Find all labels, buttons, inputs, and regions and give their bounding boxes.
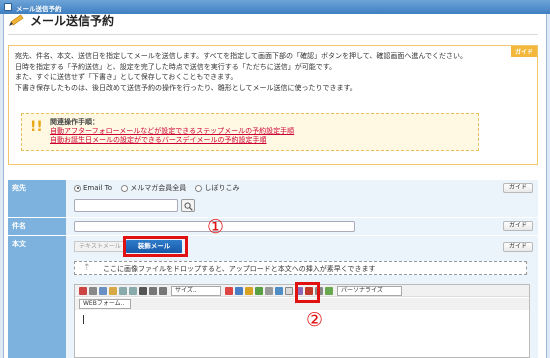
recipient-options: Email To メルマガ会員全員 しぼりこみ (74, 183, 246, 193)
font-size-select[interactable]: サイズ.. (171, 286, 221, 296)
bold-icon[interactable] (139, 287, 147, 295)
table-icon[interactable] (275, 287, 283, 295)
italic-icon[interactable] (149, 287, 157, 295)
image-drop-zone[interactable]: ⇡ ここに画像ファイルをドロップすると、アップロードと本文への挿入が素早くできま… (74, 261, 527, 275)
image-insert-icon[interactable] (285, 287, 293, 295)
info-line: 日時を指定する「予約送信」と、設定を完了した時点で送信を実行する「ただちに送信」… (15, 62, 337, 71)
radio-filter[interactable]: しぼりこみ (195, 184, 239, 192)
procedure-link-birthday-mail[interactable]: 自動お誕生日メールの設定ができるバースデイメールの予約設定手順 (50, 136, 478, 145)
body-label: 本文 (8, 236, 66, 358)
search-icon (184, 202, 193, 211)
procedure-title: 関連操作手順： (50, 118, 99, 126)
radio-all-members[interactable]: メルマガ会員全員 (121, 184, 186, 192)
guide-tag[interactable]: ガイド (510, 46, 537, 57)
recipient-label: 宛先 (8, 180, 66, 217)
info-box: ガイド 宛先、件名、本文、送信日を指定してメールを送信します。すべてを指定して画… (8, 45, 538, 165)
annotation-marker-1: ① (207, 216, 225, 238)
recipient-guide-button[interactable]: ガイド (503, 183, 533, 193)
search-button[interactable] (181, 199, 195, 212)
underline-icon[interactable] (159, 287, 167, 295)
body-guide-button[interactable]: ガイド (503, 242, 533, 252)
redo-icon[interactable] (129, 287, 137, 295)
radio-email-to[interactable]: Email To (74, 184, 112, 192)
undo-icon[interactable] (119, 287, 127, 295)
editor-caret (83, 315, 84, 324)
subject-guide-button[interactable]: ガイド (503, 221, 533, 231)
subject-label: 件名 (8, 218, 66, 235)
bg-color-icon[interactable] (235, 287, 243, 295)
title-divider (8, 34, 538, 35)
app-icon (4, 3, 12, 11)
exclamation-icon: !! (30, 119, 43, 135)
list-icon[interactable] (265, 287, 273, 295)
cut-icon[interactable] (89, 287, 97, 295)
highlight-box-1 (123, 236, 188, 257)
tab-text-mail[interactable]: テキストメール (74, 241, 126, 252)
procedure-link-step-mail[interactable]: 自動アフターフォローメールなどが設定できるステップメールの予約設定手順 (50, 127, 478, 136)
pencil-icon (9, 14, 24, 26)
highlight-box-2 (295, 282, 320, 303)
link-icon[interactable] (245, 287, 253, 295)
recipient-input[interactable] (74, 199, 178, 212)
align-icon[interactable] (255, 287, 263, 295)
copy-icon[interactable] (99, 287, 107, 295)
webform-select[interactable]: WEBフォーム.. (79, 299, 131, 309)
procedure-box: !! 関連操作手順： 自動アフターフォローメールなどが設定できるステップメールの… (21, 113, 479, 151)
preview-icon[interactable] (325, 287, 333, 295)
info-line: また、すぐに送信せず「下書き」として保存しておくこともできます。 (15, 73, 238, 81)
text-color-icon[interactable] (225, 287, 233, 295)
personalize-select[interactable]: パーソナライズ (337, 286, 402, 296)
info-line: 宛先、件名、本文、送信日を指定してメールを送信します。すべてを指定して画面下部の… (15, 52, 468, 60)
page-title: メール送信予約 (8, 12, 114, 29)
info-line: 下書き保存したものは、後日改めて送信予約の操作を行ったり、雛形としてメール送信に… (15, 83, 357, 92)
annotation-marker-2: ② (306, 309, 324, 331)
paste-icon[interactable] (109, 287, 117, 295)
upload-arrow-icon: ⇡ (83, 263, 91, 273)
source-icon[interactable] (79, 287, 87, 295)
